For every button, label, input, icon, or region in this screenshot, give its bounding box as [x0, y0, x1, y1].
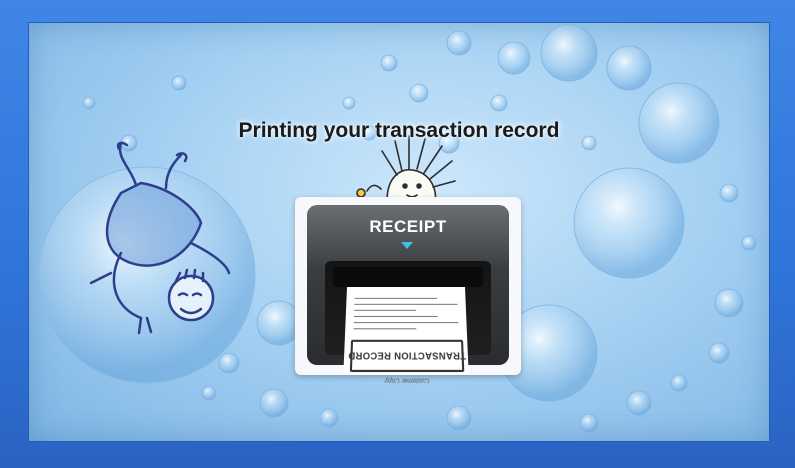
receipt-printer-card: RECEIPT TRANSACTION RECORD Customer Copy	[295, 197, 521, 375]
receipt-paper: TRANSACTION RECORD Customer Copy	[343, 287, 468, 374]
atm-screen: Printing your transaction record RECEIPT	[28, 22, 770, 442]
receipt-text-lines	[353, 293, 459, 342]
doodle-creature-icon	[81, 133, 231, 343]
receipt-label: RECEIPT	[307, 217, 509, 237]
transaction-record-stamp: TRANSACTION RECORD Customer Copy	[350, 340, 465, 372]
triangle-down-icon	[401, 242, 413, 249]
printer-slot-opening	[333, 267, 483, 287]
page-title: Printing your transaction record	[29, 119, 769, 143]
customer-copy-label: Customer Copy	[352, 376, 463, 383]
atm-frame: Printing your transaction record RECEIPT	[0, 0, 795, 468]
transaction-record-heading: TRANSACTION RECORD	[348, 350, 466, 361]
